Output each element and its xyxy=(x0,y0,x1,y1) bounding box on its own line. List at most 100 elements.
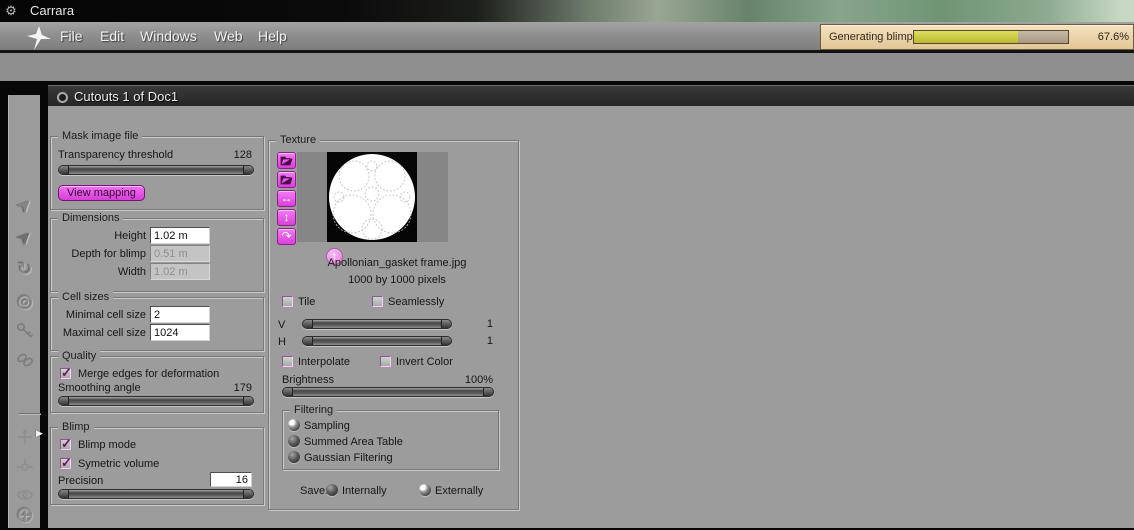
title-bar: ⚙ Carrara xyxy=(0,0,1134,22)
menu-web[interactable]: Web xyxy=(214,28,243,44)
transparency-threshold-label: Transparency threshold xyxy=(58,149,174,161)
sampling-label: Sampling xyxy=(304,420,350,432)
progress-percent: 67.6% xyxy=(1097,31,1129,43)
blimp-legend: Blimp xyxy=(58,421,94,433)
brightness-label: Brightness xyxy=(282,374,334,386)
texture-size: 1000 by 1000 pixels xyxy=(348,274,446,286)
cell-sizes-legend: Cell sizes xyxy=(58,291,114,303)
smoothing-angle-slider[interactable] xyxy=(58,396,254,406)
menu-windows[interactable]: Windows xyxy=(140,28,197,44)
status-bar: 3:45 AM xyxy=(0,52,1134,132)
key-tool-icon[interactable] xyxy=(9,319,41,345)
invert-color-label: Invert Color xyxy=(396,356,453,368)
save-internally-radio[interactable] xyxy=(326,484,338,496)
window-title: Carrara xyxy=(30,3,75,18)
view-mapping-button[interactable]: View mapping xyxy=(58,185,145,201)
sphere-tool-icon[interactable]: ◎ xyxy=(9,289,41,315)
progress-bar xyxy=(913,30,1069,44)
minimal-cell-size-field[interactable] xyxy=(150,306,210,323)
height-field[interactable] xyxy=(150,227,210,244)
precision-label: Precision xyxy=(58,475,104,487)
filtering-legend: Filtering xyxy=(290,404,338,416)
dimensions-legend: Dimensions xyxy=(58,212,124,224)
brightness-slider[interactable] xyxy=(282,387,494,397)
tile-label: Tile xyxy=(298,296,316,308)
smoothing-angle-value: 179 xyxy=(233,382,252,394)
texture-legend: Texture xyxy=(276,134,321,146)
tool-palette: ➤ ➤ ↻ ◎ ⊕ xyxy=(8,95,41,529)
save-externally-label: Externally xyxy=(435,485,484,497)
mask-group-legend: Mask image file xyxy=(58,130,143,142)
gaussian-filtering-radio[interactable] xyxy=(288,451,300,463)
menu-file[interactable]: File xyxy=(60,28,83,44)
precision-field[interactable] xyxy=(210,472,252,487)
panel-bullet-icon xyxy=(57,92,68,103)
precision-slider[interactable] xyxy=(58,489,254,499)
save-label: Save: xyxy=(300,485,329,497)
interpolate-checkbox[interactable] xyxy=(282,356,293,367)
panel-title: Cutouts 1 of Doc1 xyxy=(74,89,179,104)
tile-checkbox[interactable] xyxy=(282,296,293,307)
brightness-value: 100% xyxy=(464,374,493,386)
flip-horizontal-icon[interactable]: ↔ xyxy=(277,190,296,207)
merge-edges-label: Merge edges for deformation xyxy=(78,368,220,380)
texture-filename: Apollonian_gasket frame.jpg xyxy=(327,257,467,269)
summed-area-table-radio[interactable] xyxy=(288,435,300,447)
height-label: Height xyxy=(114,230,146,242)
h-slider[interactable] xyxy=(302,336,452,346)
menu-help[interactable]: Help xyxy=(258,28,287,44)
flip-vertical-icon[interactable]: ↕ xyxy=(277,209,296,226)
symetric-volume-checkbox[interactable] xyxy=(60,455,72,471)
open-file-icon[interactable] xyxy=(277,152,296,169)
width-label: Width xyxy=(117,266,146,278)
v-value: 1 xyxy=(486,318,493,330)
tool-flyout-arrow-icon[interactable]: ▶ xyxy=(36,428,43,439)
maximal-cell-size-field[interactable] xyxy=(150,324,210,341)
minimal-cell-size-label: Minimal cell size xyxy=(65,309,146,321)
save-internally-label: Internally xyxy=(342,485,387,497)
texture-preview-image[interactable] xyxy=(327,152,417,242)
panel-header: Cutouts 1 of Doc1 xyxy=(48,85,1134,106)
sampling-radio[interactable] xyxy=(288,419,300,431)
cutouts-panel: Cutouts 1 of Doc1 Mask image file Transp… xyxy=(48,85,1134,528)
gaussian-filtering-label: Gaussian Filtering xyxy=(304,452,393,464)
pointer-tool-icon[interactable]: ➤ xyxy=(9,193,41,219)
pointer-alt-tool-icon[interactable]: ➤ xyxy=(9,225,41,251)
pan-tool-icon[interactable]: ⊕ xyxy=(9,503,41,529)
v-slider[interactable] xyxy=(302,319,452,329)
interpolate-label: Interpolate xyxy=(298,356,350,368)
texture-preview-backdrop xyxy=(297,152,448,242)
seamlessly-label: Seamlessly xyxy=(388,296,445,308)
merge-edges-checkbox[interactable] xyxy=(60,365,72,381)
camera-tool-icon-2[interactable] xyxy=(9,455,41,481)
h-value: 1 xyxy=(486,335,493,347)
rotate-tool-icon[interactable]: ↻ xyxy=(9,257,41,283)
symetric-volume-label: Symetric volume xyxy=(78,458,160,470)
summed-area-table-label: Summed Area Table xyxy=(304,436,403,448)
h-slider-label: H xyxy=(278,336,286,348)
progress-panel: Generating blimp 67.6% xyxy=(820,24,1134,50)
open-file-alt-icon[interactable] xyxy=(277,171,296,188)
progress-bar-fill xyxy=(914,31,1019,43)
chain-tool-icon[interactable] xyxy=(9,347,41,373)
save-externally-radio[interactable] xyxy=(419,484,431,496)
invert-color-checkbox[interactable] xyxy=(380,356,391,367)
maximal-cell-size-label: Maximal cell size xyxy=(62,327,146,339)
seamlessly-checkbox[interactable] xyxy=(372,296,383,307)
blimp-mode-label: Blimp mode xyxy=(78,439,137,451)
depth-for-blimp-label: Depth for blimp xyxy=(71,248,146,260)
smoothing-angle-label: Smoothing angle xyxy=(58,382,141,394)
blimp-mode-checkbox[interactable] xyxy=(60,436,72,452)
rotate-image-icon[interactable]: ↷ xyxy=(277,228,296,245)
depth-for-blimp-field xyxy=(150,245,210,262)
taskbar-icon[interactable]: ⚙ xyxy=(3,3,19,19)
toolbar-divider xyxy=(19,413,41,414)
progress-label: Generating blimp xyxy=(829,31,913,43)
transparency-threshold-value: 128 xyxy=(233,149,252,161)
quality-legend: Quality xyxy=(58,350,101,362)
menu-edit[interactable]: Edit xyxy=(100,28,124,44)
transparency-threshold-slider[interactable] xyxy=(58,165,254,175)
carrara-app-window: ⚙ Carrara File Edit Windows Web Help Gen… xyxy=(0,0,1134,530)
width-field xyxy=(150,263,210,280)
v-slider-label: V xyxy=(278,319,286,331)
